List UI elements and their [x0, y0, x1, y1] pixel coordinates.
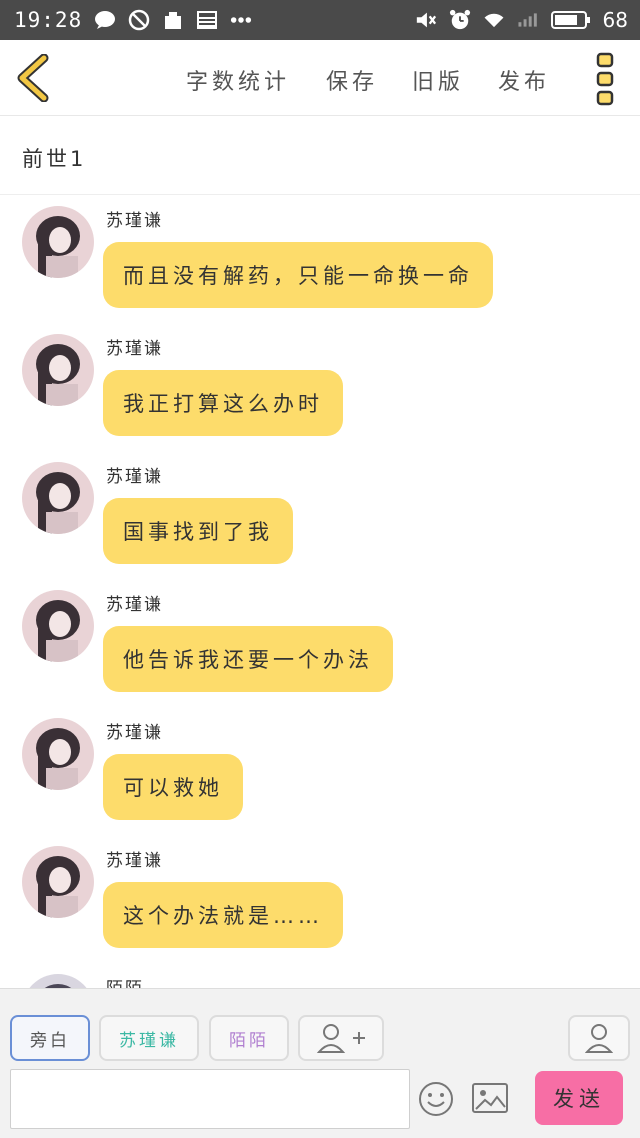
- message-bubble[interactable]: 我正打算这么办时: [103, 370, 343, 436]
- status-time: 19:28: [14, 8, 83, 32]
- chat-message[interactable]: 苏瑾谦 可以救她: [0, 708, 640, 836]
- role-narrator-button[interactable]: 旁白: [10, 1015, 90, 1061]
- signal-icon: [517, 9, 539, 31]
- mute-icon: [415, 9, 437, 31]
- sender-name: 陌陌: [106, 974, 144, 988]
- role-label: 苏瑾谦: [119, 1030, 179, 1051]
- chat-list[interactable]: 苏瑾谦 而且没有解药，只能一命换一命 苏瑾谦 我正打算这么办时 苏瑾谦 国事找到…: [0, 196, 640, 988]
- emoji-button[interactable]: [418, 1081, 454, 1117]
- person-icon: [585, 1024, 613, 1053]
- vertical-menu-icon: [596, 52, 614, 106]
- role-character-button[interactable]: 陌陌: [209, 1015, 289, 1061]
- composer: 旁白 苏瑾谦 陌陌 发送: [0, 988, 640, 1138]
- avatar[interactable]: [22, 718, 94, 790]
- old-version-button[interactable]: 旧版: [412, 64, 464, 96]
- news-icon: [196, 9, 218, 31]
- chat-message[interactable]: 苏瑾谦 而且没有解药，只能一命换一命: [0, 196, 640, 324]
- chat-message[interactable]: 陌陌: [0, 964, 640, 988]
- word-count-button[interactable]: 字数统计: [186, 64, 290, 96]
- sender-name: 苏瑾谦: [106, 723, 163, 743]
- message-bubble[interactable]: 这个办法就是……: [103, 882, 343, 948]
- app-header: 字数统计 保存 旧版 发布: [0, 40, 640, 116]
- alarm-icon: [449, 9, 471, 31]
- chat-message[interactable]: 苏瑾谦 国事找到了我: [0, 452, 640, 580]
- message-bubble[interactable]: 可以救她: [103, 754, 243, 820]
- message-bubble[interactable]: 国事找到了我: [103, 498, 293, 564]
- wifi-icon: [483, 9, 505, 31]
- back-button[interactable]: [14, 53, 54, 103]
- blocked-icon: [128, 9, 150, 31]
- chat-bubble-icon: [94, 9, 116, 31]
- person-button[interactable]: [568, 1015, 630, 1061]
- avatar[interactable]: [22, 974, 94, 988]
- avatar[interactable]: [22, 334, 94, 406]
- avatar[interactable]: [22, 462, 94, 534]
- avatar[interactable]: [22, 206, 94, 278]
- story-title: 前世1: [22, 147, 87, 171]
- sender-name: 苏瑾谦: [106, 851, 163, 871]
- sender-name: 苏瑾谦: [106, 211, 163, 231]
- sender-name: 苏瑾谦: [106, 595, 163, 615]
- image-button[interactable]: [472, 1083, 508, 1113]
- more-menu-button[interactable]: [592, 52, 618, 106]
- role-character-button[interactable]: 苏瑾谦: [99, 1015, 199, 1061]
- avatar[interactable]: [22, 590, 94, 662]
- status-bar: 19:28 68: [0, 0, 640, 40]
- chat-message[interactable]: 苏瑾谦 这个办法就是……: [0, 836, 640, 964]
- avatar[interactable]: [22, 846, 94, 918]
- sender-name: 苏瑾谦: [106, 467, 163, 487]
- message-bubble[interactable]: 而且没有解药，只能一命换一命: [103, 242, 493, 308]
- send-button[interactable]: 发送: [535, 1071, 623, 1125]
- publish-button[interactable]: 发布: [498, 64, 550, 96]
- role-label: 旁白: [30, 1030, 70, 1051]
- battery-level: 68: [602, 8, 628, 32]
- more-dots-icon: [230, 9, 252, 31]
- add-person-icon: [316, 1024, 365, 1053]
- add-role-button[interactable]: [298, 1015, 384, 1061]
- emoji-icon: [419, 1082, 453, 1116]
- chat-message[interactable]: 苏瑾谦 他告诉我还要一个办法: [0, 580, 640, 708]
- sender-name: 苏瑾谦: [106, 339, 163, 359]
- image-icon: [472, 1083, 508, 1113]
- send-label: 发送: [553, 1087, 605, 1111]
- story-title-row[interactable]: 前世1: [0, 117, 640, 195]
- battery-icon: [550, 9, 591, 31]
- chat-message[interactable]: 苏瑾谦 我正打算这么办时: [0, 324, 640, 452]
- app-icon: [162, 9, 184, 31]
- role-label: 陌陌: [229, 1030, 269, 1051]
- message-input[interactable]: [10, 1069, 410, 1129]
- message-bubble[interactable]: 他告诉我还要一个办法: [103, 626, 393, 692]
- save-button[interactable]: 保存: [326, 64, 378, 96]
- chevron-left-icon: [17, 53, 49, 103]
